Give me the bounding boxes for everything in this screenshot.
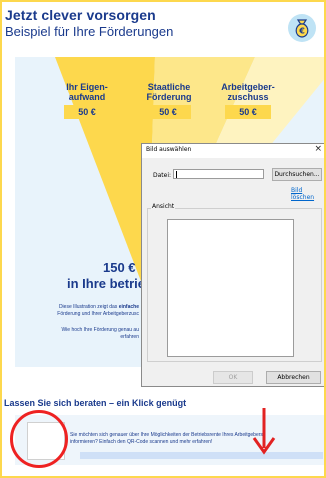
page: Jetzt clever vorsorgen Beispiel für Ihre… xyxy=(0,0,326,478)
page-border xyxy=(0,0,326,478)
